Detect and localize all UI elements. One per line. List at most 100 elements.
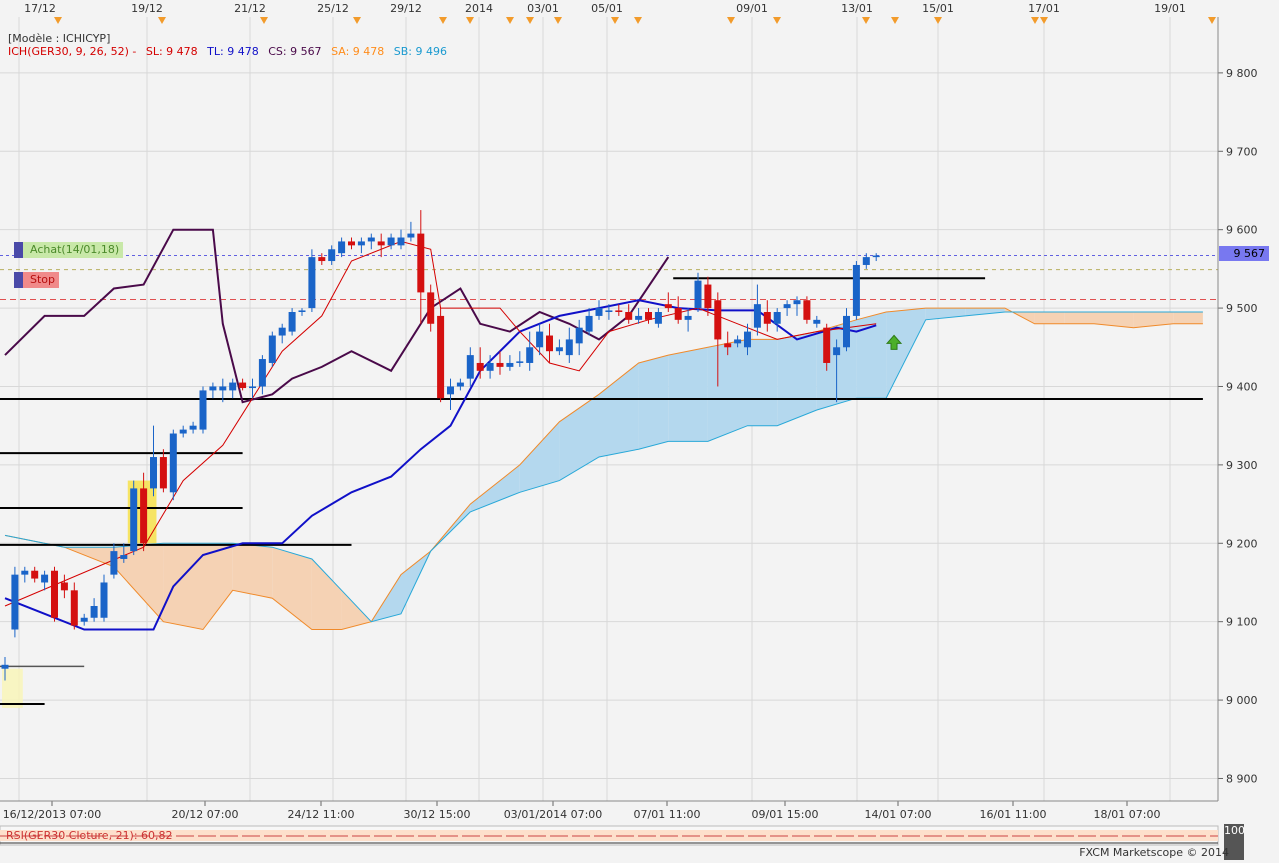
candle-body: [526, 347, 534, 363]
candle-body: [635, 315, 643, 320]
candle-body: [328, 249, 336, 262]
candle-body: [130, 488, 138, 552]
candle-body: [654, 312, 662, 324]
copyright: FXCM Marketscope © 2014: [1079, 846, 1229, 859]
x-bottom-label: 24/12 11:00: [288, 808, 355, 821]
candle-body: [11, 574, 19, 630]
candle-body: [456, 382, 464, 387]
candle-body: [80, 617, 88, 622]
candle-body: [110, 551, 118, 575]
x-bottom-label: 16/12/2013 07:00: [3, 808, 102, 821]
candle-body: [249, 386, 256, 389]
candle-body: [308, 257, 316, 309]
y-tick-label: 9 100: [1226, 616, 1258, 629]
stop-order-tag[interactable]: Stop: [14, 272, 60, 288]
candle-body: [437, 315, 445, 399]
x-top-label: 29/12: [390, 2, 422, 15]
candle-body: [536, 331, 544, 348]
candle-body: [268, 335, 276, 363]
ich-params: ICH(GER30, 9, 26, 52) -: [8, 45, 137, 58]
candle-body: [783, 304, 791, 309]
candle-body: [100, 582, 108, 618]
candle-body: [278, 327, 286, 336]
candle-body: [140, 488, 148, 544]
candle-body: [813, 319, 821, 324]
x-top-label: 17/01: [1028, 2, 1060, 15]
candle-body: [862, 257, 870, 265]
candle-body: [189, 425, 197, 430]
cloud-segment: [232, 543, 273, 599]
candle-body: [407, 233, 415, 238]
candle-body: [506, 362, 514, 367]
cloud-segment: [747, 339, 778, 426]
candle-body: [793, 300, 801, 305]
ichimoku-readout: ICH(GER30, 9, 26, 52) - SL: 9 478 TL: 9 …: [8, 45, 453, 58]
candle-body: [605, 310, 613, 312]
candle-body: [348, 241, 355, 246]
candle-body: [872, 255, 880, 258]
x-top-label: 03/01: [527, 2, 559, 15]
x-bottom-label: 20/12 07:00: [172, 808, 239, 821]
buy-order-tag[interactable]: Achat(14/01,18): [14, 242, 124, 258]
x-bottom-label: 16/01 11:00: [980, 808, 1047, 821]
cloud-segment: [1034, 312, 1065, 324]
order-handle-icon: [14, 242, 23, 258]
candle-body: [645, 312, 652, 320]
sb-value: SB: 9 496: [393, 45, 448, 58]
x-bottom-label: 03/01/2014 07:00: [504, 808, 603, 821]
x-bottom-label: 07/01 11:00: [634, 808, 701, 821]
candle-body: [724, 343, 732, 348]
chart-canvas[interactable]: 8 900 9 000 9 100 9 200 9 300 9 400 9 500 9 600…: [0, 0, 1279, 860]
candle-body: [753, 304, 761, 328]
stop-order-label: Stop: [30, 273, 56, 286]
candle-body: [585, 315, 593, 332]
candle-body: [51, 570, 58, 618]
sl-value: SL: 9 478: [145, 45, 198, 58]
y-tick-label: 8 900: [1226, 772, 1258, 785]
candle-body: [486, 362, 494, 371]
candle-body: [625, 312, 633, 320]
candle-body: [288, 312, 296, 332]
candle-body: [90, 606, 98, 618]
x-top-label: 05/01: [591, 2, 623, 15]
y-tick-label: 9 700: [1226, 145, 1258, 158]
candle-body: [338, 241, 346, 254]
sa-value: SA: 9 478: [331, 45, 385, 58]
candle-body: [427, 292, 435, 324]
x-top-label: 09/01: [736, 2, 768, 15]
cloud-segment: [163, 543, 203, 630]
candle-body: [150, 457, 157, 489]
y-tick-label: 9 200: [1226, 537, 1258, 550]
candle-body: [516, 361, 524, 363]
buy-order-label: Achat(14/01,18): [30, 243, 120, 256]
cloud-segment: [1064, 312, 1094, 324]
candle-body: [1, 664, 9, 669]
cloud-segment: [638, 355, 669, 450]
tl-value: TL: 9 478: [207, 45, 259, 58]
candle-body: [219, 386, 227, 391]
candle-body: [773, 312, 781, 324]
candle-body: [159, 457, 167, 489]
candle-body: [239, 382, 247, 389]
x-bottom-label: 09/01 15:00: [752, 808, 819, 821]
candle-body: [684, 315, 692, 320]
x-bottom-label: 14/01 07:00: [865, 808, 932, 821]
candle-body: [565, 339, 573, 356]
candle-body: [120, 555, 128, 559]
order-handle-icon: [14, 272, 23, 288]
x-top-label: 25/12: [317, 2, 349, 15]
candle-body: [258, 359, 266, 387]
candle-body: [357, 241, 365, 246]
candle-body: [852, 264, 860, 316]
y-tick-label: 9 400: [1226, 380, 1258, 393]
candle-body: [803, 300, 811, 320]
candle-body: [318, 257, 326, 262]
y-tick-label: 9 500: [1226, 302, 1258, 315]
x-top-label: 19/01: [1154, 2, 1186, 15]
candle-body: [575, 327, 583, 344]
x-top-label: 15/01: [922, 2, 954, 15]
candle-body: [843, 315, 850, 348]
candle-body: [70, 590, 78, 626]
y-tick-label: 9 800: [1226, 67, 1258, 80]
candle-body: [209, 386, 217, 391]
